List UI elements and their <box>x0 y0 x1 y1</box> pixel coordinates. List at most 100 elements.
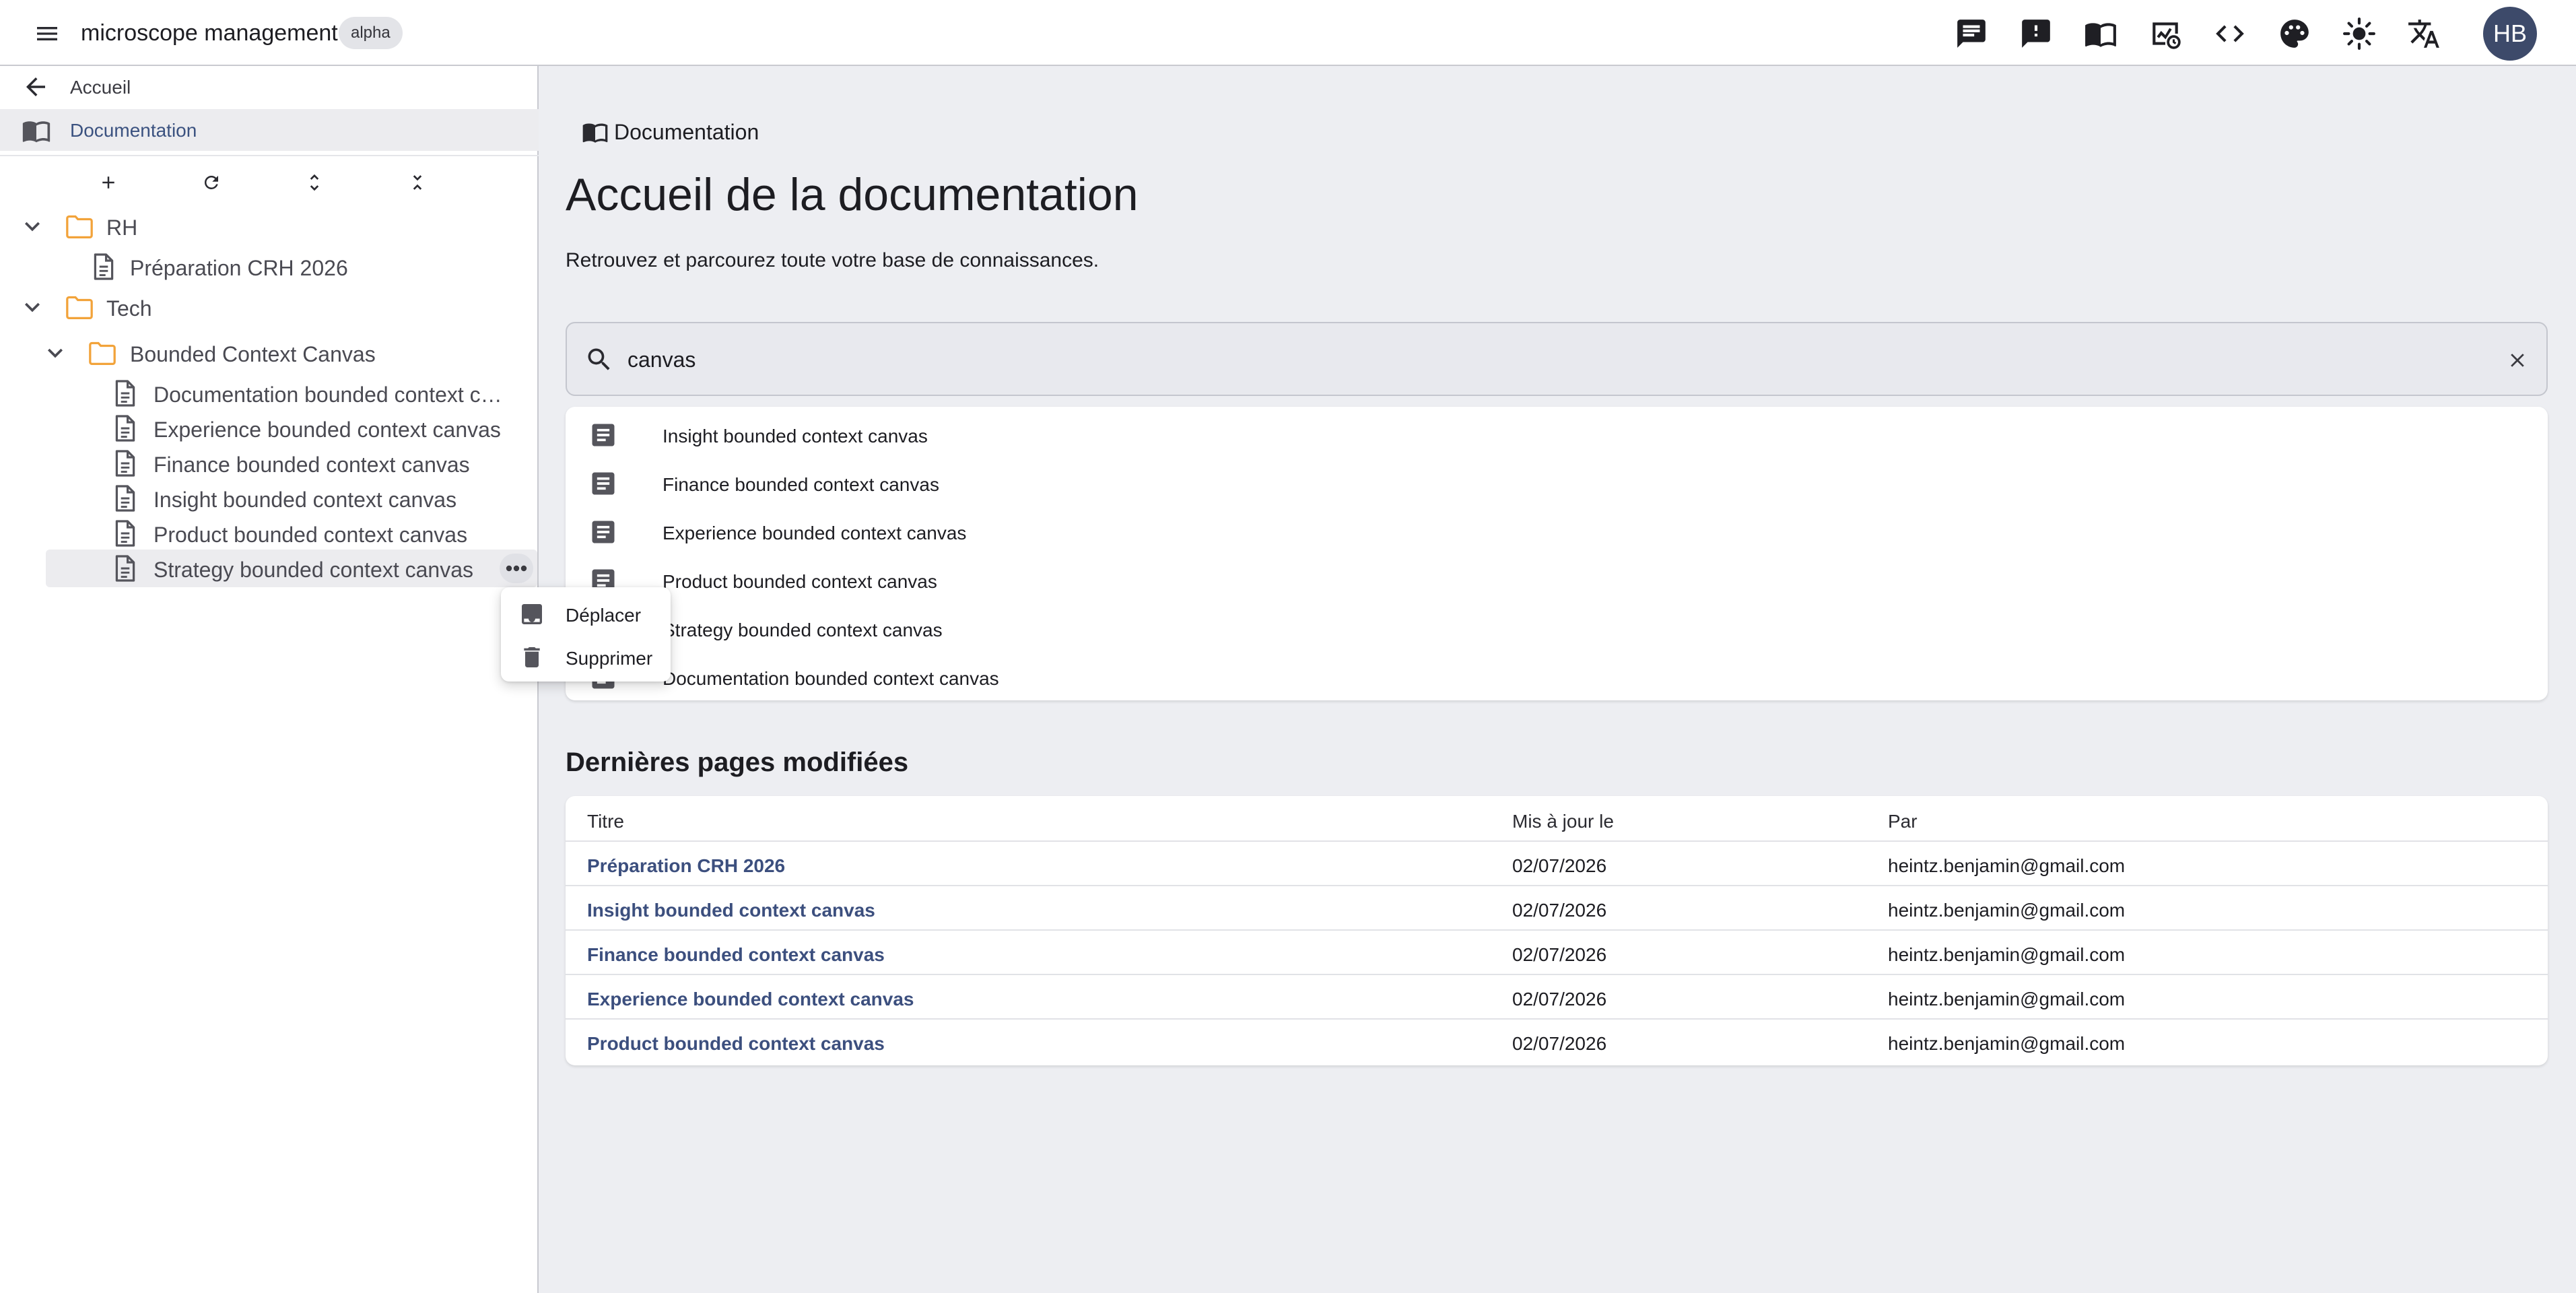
book-icon <box>580 119 610 145</box>
article-icon <box>588 469 618 498</box>
tree-folder-label: Tech <box>106 296 152 321</box>
table-header: Titre Mis à jour le Par <box>566 796 2548 842</box>
documentation-icon[interactable] <box>2084 17 2117 51</box>
page-link[interactable]: Experience bounded context canvas <box>587 989 914 1010</box>
code-icon[interactable] <box>2213 17 2247 51</box>
column-header-title[interactable]: Titre <box>587 811 624 832</box>
tree-page-label: Strategy bounded context canvas <box>154 558 473 582</box>
table-row: Préparation CRH 2026 02/07/2026 heintz.b… <box>566 842 2548 886</box>
search-result-label: Finance bounded context canvas <box>663 474 939 495</box>
top-app-bar: microscope management alpha HB <box>0 0 2576 66</box>
folder-icon <box>88 339 117 366</box>
tree-page-label: Documentation bounded context canvas <box>154 383 504 407</box>
table-row: Finance bounded context canvas 02/07/202… <box>566 931 2548 975</box>
tree-page[interactable]: Documentation bounded context canvas <box>0 374 539 412</box>
article-icon <box>588 517 618 547</box>
tree-folder-bounded-context-canvas[interactable]: Bounded Context Canvas <box>0 334 539 372</box>
search-result-item[interactable]: Documentation bounded context canvas <box>566 653 2548 700</box>
tree-page[interactable]: Experience bounded context canvas <box>0 409 539 447</box>
author-email: heintz.benjamin@gmail.com <box>1888 989 2126 1009</box>
document-icon <box>113 519 137 548</box>
divider <box>0 155 539 156</box>
updated-date: 02/07/2026 <box>1512 944 1607 965</box>
tree-page[interactable]: Finance bounded context canvas <box>0 444 539 482</box>
search-result-item[interactable]: Insight bounded context canvas <box>566 411 2548 459</box>
search-result-label: Documentation bounded context canvas <box>663 668 999 689</box>
brightness-icon[interactable] <box>2342 17 2376 51</box>
tree-page-label: Product bounded context canvas <box>154 523 468 547</box>
breadcrumb-label[interactable]: Documentation <box>614 120 759 145</box>
feedback-icon[interactable] <box>2019 17 2053 51</box>
page-link[interactable]: Préparation CRH 2026 <box>587 855 785 877</box>
translate-icon[interactable] <box>2407 17 2441 51</box>
chat-icon[interactable] <box>1955 17 1988 51</box>
collapse-all-icon[interactable] <box>401 166 434 199</box>
tree-folder-tech[interactable]: Tech <box>0 288 539 326</box>
search-result-label: Insight bounded context canvas <box>663 426 928 446</box>
search-result-label: Strategy bounded context canvas <box>663 620 943 640</box>
document-icon <box>113 554 137 583</box>
updated-date: 02/07/2026 <box>1512 1033 1607 1054</box>
column-header-updated[interactable]: Mis à jour le <box>1512 811 1614 832</box>
page-title: Accueil de la documentation <box>566 169 1139 220</box>
more-options-icon[interactable] <box>500 554 533 583</box>
tree-folder-rh[interactable]: RH <box>0 207 539 245</box>
document-icon <box>113 413 137 443</box>
palette-icon[interactable] <box>2278 17 2311 51</box>
tree-page-label: Préparation CRH 2026 <box>130 256 348 280</box>
back-label: Accueil <box>70 77 131 98</box>
arrow-back-icon <box>22 73 50 101</box>
context-menu: Déplacer Supprimer <box>501 587 671 682</box>
updated-date: 02/07/2026 <box>1512 900 1607 921</box>
tree-page[interactable]: Product bounded context canvas <box>0 515 539 552</box>
page-link[interactable]: Product bounded context canvas <box>587 1033 885 1055</box>
tree-page-selected[interactable]: Strategy bounded context canvas <box>46 550 537 587</box>
author-email: heintz.benjamin@gmail.com <box>1888 1033 2126 1054</box>
page-link[interactable]: Finance bounded context canvas <box>587 944 885 966</box>
chevron-down-icon[interactable] <box>40 338 70 368</box>
book-icon <box>20 116 53 145</box>
user-avatar[interactable]: HB <box>2483 7 2537 61</box>
folder-icon <box>65 294 94 321</box>
author-email: heintz.benjamin@gmail.com <box>1888 855 2126 876</box>
page-link[interactable]: Insight bounded context canvas <box>587 900 875 921</box>
search-input[interactable] <box>628 342 2445 377</box>
page-subtitle: Retrouvez et parcourez toute votre base … <box>566 249 1099 271</box>
search-result-item[interactable]: Strategy bounded context canvas <box>566 605 2548 653</box>
tree-page[interactable]: Insight bounded context canvas <box>0 479 539 517</box>
delete-label: Supprimer <box>566 648 653 669</box>
clear-icon[interactable] <box>2503 346 2532 374</box>
back-to-home-link[interactable]: Accueil <box>0 66 539 108</box>
move-label: Déplacer <box>566 605 642 626</box>
table-row: Experience bounded context canvas 02/07/… <box>566 975 2548 1020</box>
tree-folder-label: RH <box>106 216 138 240</box>
search-result-label: Product bounded context canvas <box>663 571 937 592</box>
move-menu-item[interactable]: Déplacer <box>501 591 671 633</box>
table-row: Product bounded context canvas 02/07/202… <box>566 1020 2548 1064</box>
move-to-icon <box>518 601 545 628</box>
sidebar-item-documentation[interactable]: Documentation <box>0 109 539 151</box>
delete-menu-item[interactable]: Supprimer <box>501 634 671 676</box>
search-result-label: Experience bounded context canvas <box>663 523 967 543</box>
document-icon <box>92 252 116 281</box>
menu-icon[interactable] <box>32 20 62 47</box>
author-email: heintz.benjamin@gmail.com <box>1888 944 2126 965</box>
analytics-icon[interactable] <box>2148 17 2182 51</box>
search-result-item[interactable]: Finance bounded context canvas <box>566 459 2548 508</box>
search-result-item[interactable]: Product bounded context canvas <box>566 556 2548 605</box>
column-header-by[interactable]: Par <box>1888 811 1918 832</box>
tree-page[interactable]: Préparation CRH 2026 <box>0 248 539 286</box>
sidebar-item-label: Documentation <box>70 120 197 141</box>
trash-icon <box>518 644 545 671</box>
expand-all-icon[interactable] <box>298 166 331 199</box>
add-icon[interactable] <box>92 166 125 199</box>
chevron-down-icon[interactable] <box>18 211 47 241</box>
refresh-icon[interactable] <box>195 166 228 199</box>
chevron-down-icon[interactable] <box>18 292 47 322</box>
document-icon <box>113 378 137 408</box>
document-icon <box>113 484 137 513</box>
search-result-item[interactable]: Experience bounded context canvas <box>566 508 2548 556</box>
updated-date: 02/07/2026 <box>1512 989 1607 1009</box>
tree-page-label: Finance bounded context canvas <box>154 453 470 477</box>
tree-toolbar <box>0 166 539 199</box>
